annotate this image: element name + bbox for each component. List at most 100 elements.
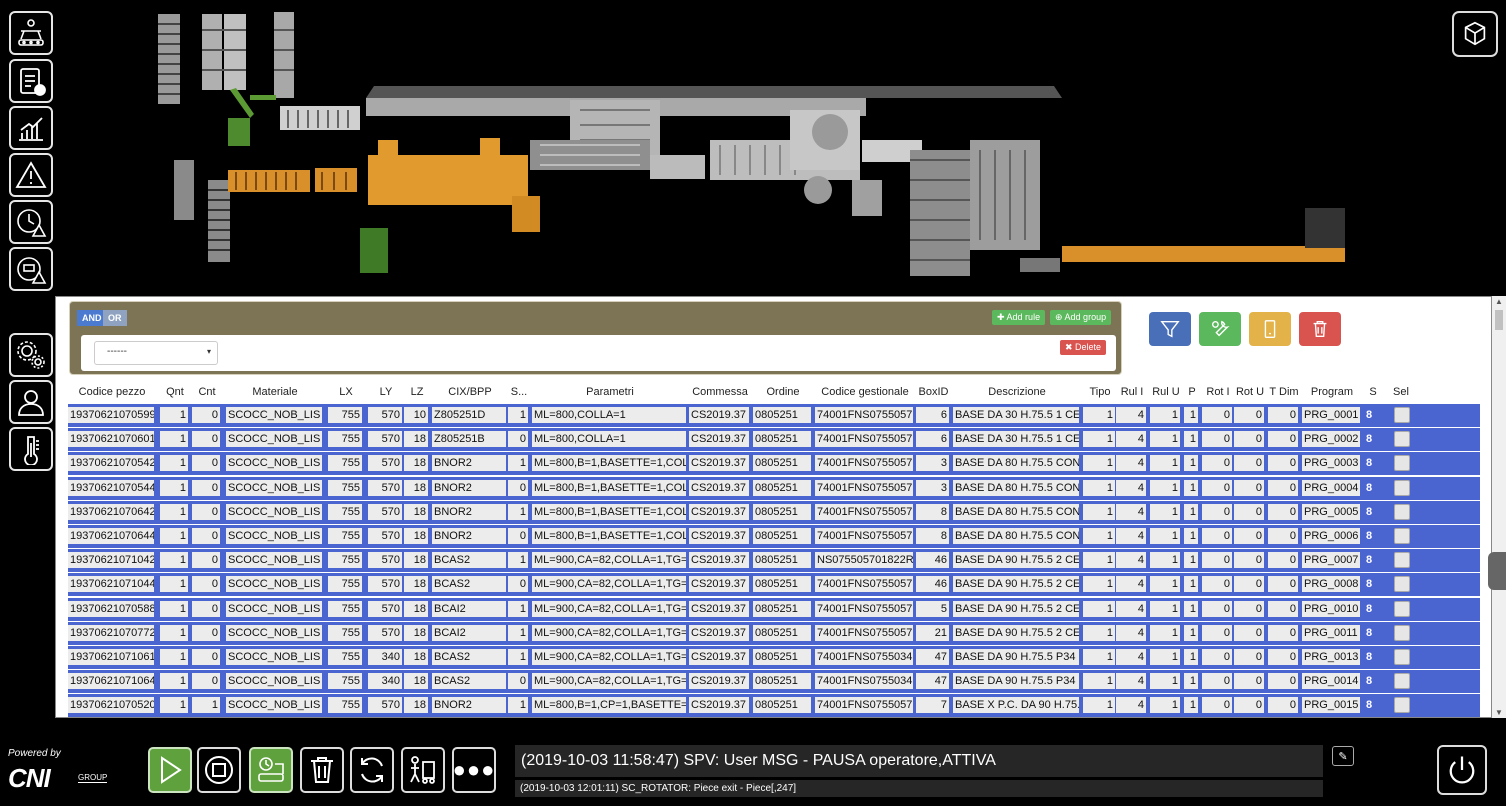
table-row[interactable]: 19370621071064 1 0 SCOCC_NOB_LIS 755 340 18 BCA…: [68, 670, 1480, 694]
column-header[interactable]: LZ: [404, 386, 430, 398]
table-cell: PRG_0014: [1302, 673, 1360, 690]
row-select-checkbox[interactable]: [1394, 479, 1410, 496]
table-row[interactable]: 19370621070588 1 0 SCOCC_NOB_LIS 755 570 18 BCA…: [68, 597, 1480, 621]
add-rule-button[interactable]: ✚ Add rule: [992, 310, 1046, 325]
column-header[interactable]: LY: [368, 386, 404, 398]
column-header[interactable]: Parametri: [532, 386, 688, 398]
column-header[interactable]: Codice pezzo: [68, 386, 156, 398]
settings-button[interactable]: [9, 333, 53, 377]
row-select-checkbox[interactable]: [1394, 673, 1410, 690]
column-header[interactable]: CIX/BPP: [432, 386, 508, 398]
table-cell: 8: [916, 527, 949, 544]
side-drawer-handle[interactable]: [1488, 552, 1506, 590]
delete-filter-button[interactable]: [1299, 312, 1341, 346]
table-row[interactable]: 19370621070601 1 0 SCOCC_NOB_LIS 755 570 18 Z80…: [68, 428, 1480, 452]
table-scrollbar[interactable]: ▲ ▼: [1492, 296, 1506, 718]
machine-start-button[interactable]: [249, 747, 293, 793]
table-cell: CS2019.37: [689, 503, 749, 520]
tools-button[interactable]: [1199, 312, 1241, 346]
column-header[interactable]: Descrizione: [953, 386, 1081, 398]
clear-button[interactable]: [300, 747, 344, 793]
or-toggle[interactable]: OR: [103, 310, 127, 326]
play-button[interactable]: [148, 747, 192, 793]
column-header[interactable]: Rot U: [1234, 386, 1266, 398]
row-select-checkbox[interactable]: [1394, 431, 1410, 448]
more-button[interactable]: ●●●: [452, 747, 496, 793]
counter-alarms-button[interactable]: [9, 247, 53, 291]
row-select-checkbox[interactable]: [1394, 407, 1410, 423]
table-row[interactable]: 19370621070544 1 0 SCOCC_NOB_LIS 755 570 18 BNO…: [68, 476, 1480, 500]
row-select-checkbox[interactable]: [1394, 527, 1410, 544]
table-cell: BNOR2: [432, 503, 506, 520]
row-select-checkbox[interactable]: [1394, 455, 1410, 472]
column-header[interactable]: Codice gestionale: [815, 386, 915, 398]
scroll-thumb[interactable]: [1495, 310, 1503, 330]
column-header[interactable]: P: [1184, 386, 1200, 398]
column-header[interactable]: Rul I: [1116, 386, 1148, 398]
user-button[interactable]: [9, 380, 53, 424]
robot-cell-button[interactable]: [9, 11, 53, 55]
table-row[interactable]: 19370621070772 1 0 SCOCC_NOB_LIS 755 570 18 BCA…: [68, 621, 1480, 645]
column-header[interactable]: Materiale: [226, 386, 324, 398]
column-header[interactable]: Rul U: [1150, 386, 1182, 398]
row-select-checkbox[interactable]: [1394, 624, 1410, 641]
table-row[interactable]: 19370621070520 1 1 SCOCC_NOB_LIS 755 570 18 BNO…: [68, 694, 1480, 717]
table-cell: 0805251: [753, 431, 811, 448]
refresh-button[interactable]: [350, 747, 394, 793]
3d-view-button[interactable]: [1452, 11, 1498, 57]
row-select-checkbox[interactable]: [1394, 503, 1410, 520]
scroll-up-icon[interactable]: ▲: [1495, 297, 1503, 306]
row-select-checkbox[interactable]: [1394, 697, 1410, 714]
power-button[interactable]: [1437, 745, 1487, 795]
timed-alarms-button[interactable]: [9, 200, 53, 244]
table-cell: BNOR2: [432, 455, 506, 472]
column-header[interactable]: Ordine: [753, 386, 813, 398]
table-cell: 0: [1234, 600, 1264, 617]
temperature-button[interactable]: [9, 427, 53, 471]
row-select-checkbox[interactable]: [1394, 576, 1410, 593]
table-row[interactable]: 19370621071061 1 0 SCOCC_NOB_LIS 755 340 18 BCA…: [68, 645, 1480, 669]
column-header[interactable]: Qnt: [160, 386, 190, 398]
table-cell: 1: [1083, 527, 1115, 544]
table-row[interactable]: 19370621071042 1 0 SCOCC_NOB_LIS 755 570 18 BCA…: [68, 549, 1480, 573]
column-header[interactable]: LX: [328, 386, 364, 398]
table-row[interactable]: 19370621070542 1 0 SCOCC_NOB_LIS 755 570 18 BNO…: [68, 452, 1480, 476]
filter-button[interactable]: [1149, 312, 1191, 346]
column-header[interactable]: Commessa: [689, 386, 751, 398]
table-cell: BASE DA 80 H.75.5 CON: [953, 455, 1079, 472]
column-header[interactable]: Tipo: [1083, 386, 1117, 398]
column-header[interactable]: Cnt: [192, 386, 222, 398]
column-header[interactable]: T Dim: [1268, 386, 1300, 398]
plant-3d-view[interactable]: [150, 0, 1360, 295]
alarms-button[interactable]: [9, 153, 53, 197]
scroll-down-icon[interactable]: ▼: [1495, 708, 1503, 717]
table-cell: 755: [328, 576, 362, 593]
stop-button[interactable]: [197, 747, 241, 793]
row-select-checkbox[interactable]: [1394, 648, 1410, 665]
table-row[interactable]: 19370621071044 1 0 SCOCC_NOB_LIS 755 570 18 BCA…: [68, 573, 1480, 597]
table-cell: 19370621070599: [68, 407, 154, 423]
column-header[interactable]: Rot I: [1202, 386, 1234, 398]
device-button[interactable]: [1249, 312, 1291, 346]
row-select-checkbox[interactable]: [1394, 600, 1410, 617]
operator-button[interactable]: [401, 747, 445, 793]
table-cell: 8: [1366, 602, 1373, 615]
edit-message-button[interactable]: ✎: [1332, 746, 1354, 766]
delete-rule-button[interactable]: ✖ Delete: [1060, 340, 1107, 355]
column-header[interactable]: S: [1364, 386, 1382, 398]
add-group-button[interactable]: ⊕ Add group: [1050, 310, 1112, 325]
table-cell: 0: [192, 673, 220, 690]
row-select-checkbox[interactable]: [1394, 552, 1410, 569]
table-cell: 0: [1234, 455, 1264, 472]
column-header[interactable]: BoxID: [916, 386, 951, 398]
table-cell: 4: [1116, 624, 1146, 641]
table-row[interactable]: 19370621070644 1 0 SCOCC_NOB_LIS 755 570 18 BNO…: [68, 524, 1480, 548]
column-header[interactable]: S...: [508, 386, 530, 398]
statistics-button[interactable]: [9, 106, 53, 150]
table-row[interactable]: 19370621070599 1 0 SCOCC_NOB_LIS 755 570 10 Z80…: [68, 404, 1480, 427]
task-list-button[interactable]: [9, 59, 53, 103]
column-header[interactable]: Sel: [1392, 386, 1410, 398]
rule-field-select[interactable]: ------ ▾: [94, 341, 218, 365]
table-row[interactable]: 19370621070642 1 0 SCOCC_NOB_LIS 755 570 18 BNO…: [68, 500, 1480, 524]
column-header[interactable]: Program: [1302, 386, 1362, 398]
